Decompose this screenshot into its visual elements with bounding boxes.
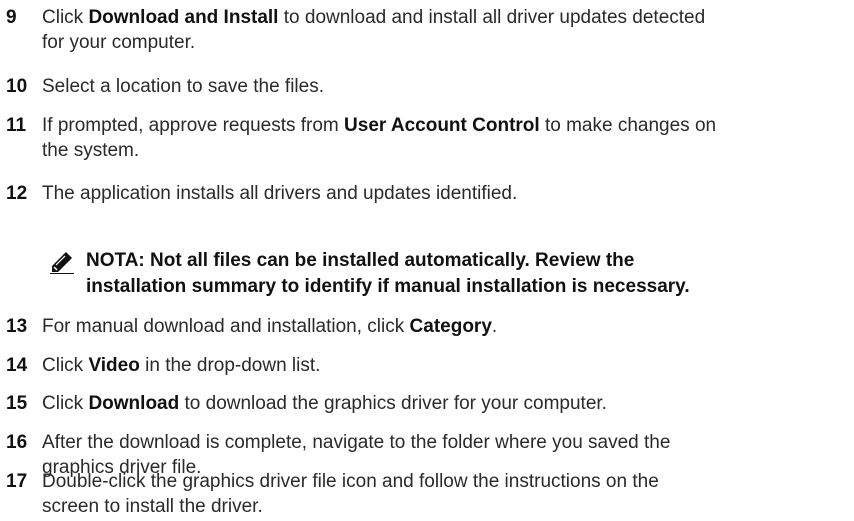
step-text: Click Video in the drop-down list. xyxy=(42,353,842,378)
step-text: Click Download to download the graphics … xyxy=(42,391,842,416)
step-number: 10 xyxy=(6,76,28,97)
note-line: NOTA: Not all files can be installed aut… xyxy=(86,250,635,271)
step-text-line: After the download is complete, navigate… xyxy=(42,432,671,453)
step-text-segment: to download and install all driver updat… xyxy=(278,7,706,28)
step-number: 15 xyxy=(6,393,28,414)
video-label: Video xyxy=(88,355,140,376)
step-text: For manual download and installation, cl… xyxy=(42,314,842,339)
download-label: Download xyxy=(88,393,180,414)
pencil-note-icon xyxy=(50,252,76,274)
step-text-segment: Click xyxy=(42,355,89,376)
download-and-install-label: Download and Install xyxy=(88,7,279,28)
step-text-segment: for your computer. xyxy=(42,32,196,53)
note-line: installation summary to identify if manu… xyxy=(86,276,690,297)
step-text-line: screen to install the driver. xyxy=(42,496,263,517)
step-number: 17 xyxy=(6,471,28,492)
step-text-segment: If prompted, approve requests from xyxy=(42,115,345,136)
step-text-segment: . xyxy=(491,316,498,337)
step-text-segment: in the drop-down list. xyxy=(139,355,321,376)
step-text: If prompted, approve requests from User … xyxy=(42,113,842,163)
step-text-segment: Click xyxy=(42,7,89,28)
instruction-document: 9 Click Download and Install to download… xyxy=(0,0,854,521)
step-number: 11 xyxy=(6,115,27,136)
step-text-segment: to make changes on xyxy=(539,115,717,136)
step-text-segment: For manual download and installation, cl… xyxy=(42,316,410,337)
note-text: NOTA: Not all files can be installed aut… xyxy=(86,248,846,300)
step-text: Select a location to save the files. xyxy=(42,76,324,97)
step-text-segment: Click xyxy=(42,393,89,414)
step-text-line: Double-click the graphics driver file ic… xyxy=(42,471,659,492)
note-box: NOTA: Not all files can be installed aut… xyxy=(42,248,848,304)
step-number: 12 xyxy=(6,183,28,204)
step-number: 14 xyxy=(6,355,28,376)
step-number: 9 xyxy=(6,7,17,28)
step-text-segment: to download the graphics driver for your… xyxy=(179,393,607,414)
step-text-segment: the system. xyxy=(42,140,140,161)
step-text: Double-click the graphics driver file ic… xyxy=(42,469,842,519)
step-text: The application installs all drivers and… xyxy=(42,183,518,204)
step-number: 16 xyxy=(6,432,28,453)
step-text: Click Download and Install to download a… xyxy=(42,5,842,55)
category-label: Category xyxy=(409,316,492,337)
user-account-control-label: User Account Control xyxy=(344,115,540,136)
step-number: 13 xyxy=(6,316,28,337)
